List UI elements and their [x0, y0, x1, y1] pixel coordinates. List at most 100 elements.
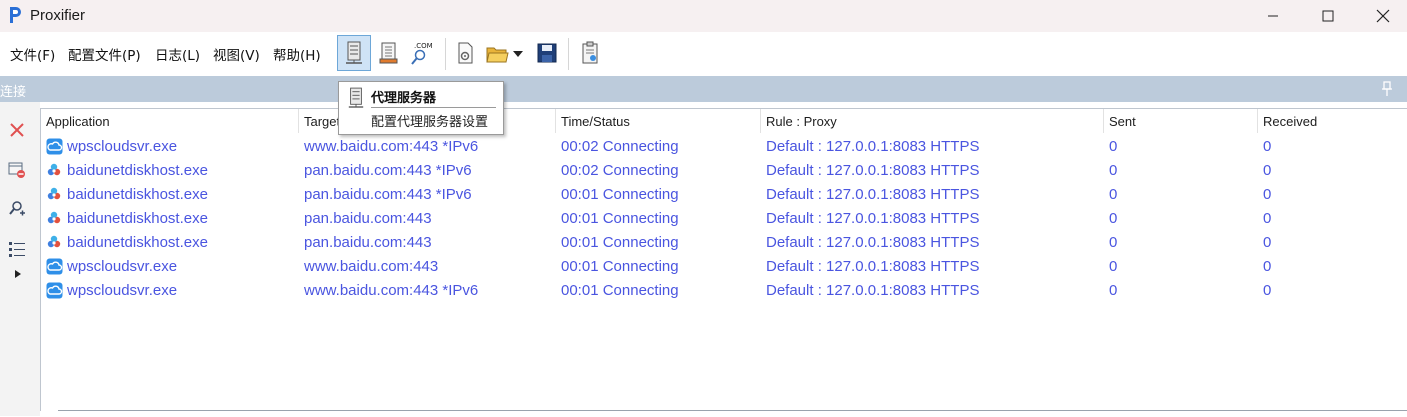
name-resolution-button[interactable]: .COM	[404, 35, 438, 71]
cell-application: wpscloudsvr.exe	[67, 282, 178, 299]
tooltip-divider	[371, 107, 496, 108]
cell-application: baidunetdiskhost.exe	[67, 234, 208, 251]
table-row[interactable]: baidunetdiskhost.exe pan.baidu.com:443 *I…	[41, 159, 1407, 183]
save-profile-button[interactable]	[530, 35, 564, 71]
minimize-icon	[1268, 15, 1278, 17]
proxification-rules-button[interactable]	[372, 35, 406, 71]
cell-application: baidunetdiskhost.exe	[67, 162, 208, 179]
baidu-netdisk-icon	[47, 187, 61, 200]
menu-log[interactable]: 日志(L)	[155, 44, 200, 64]
cell-application: wpscloudsvr.exe	[67, 258, 178, 275]
cell-sent: 0	[1109, 282, 1118, 299]
add-rule-button[interactable]	[7, 199, 27, 219]
cell-sent: 0	[1109, 234, 1118, 251]
cell-sent: 0	[1109, 210, 1118, 227]
cell-time-status: 00:01 Connecting	[561, 234, 679, 251]
rules-icon	[379, 42, 398, 64]
profile-settings-icon	[458, 42, 473, 64]
profile-settings-button[interactable]	[448, 35, 482, 71]
left-toolbar	[0, 102, 40, 416]
table-row[interactable]: baidunetdiskhost.exe pan.baidu.com:443 00:…	[41, 207, 1407, 231]
column-header-time-status[interactable]: Time/Status	[556, 109, 761, 133]
proxifier-logo-icon	[10, 7, 21, 23]
window-title: Proxifier	[30, 7, 86, 24]
red-x-icon	[10, 123, 24, 137]
cell-time-status: 00:01 Connecting	[561, 186, 679, 203]
com-label: .COM	[414, 42, 433, 50]
minimize-button[interactable]	[1245, 0, 1301, 32]
tooltip: 代理服务器 配置代理服务器设置	[338, 81, 504, 135]
cell-target: www.baidu.com:443	[304, 258, 439, 275]
cell-received: 0	[1263, 186, 1272, 203]
proxy-servers-icon	[346, 41, 362, 64]
table-row[interactable]: wpscloudsvr.exe www.baidu.com:443 *IPv6 00…	[41, 135, 1407, 159]
column-header-label: Time/Status	[561, 114, 630, 129]
column-header-label: Target	[304, 114, 341, 129]
cell-rule-proxy: Default : 127.0.0.1:8083 HTTPS	[766, 138, 980, 155]
cell-application: wpscloudsvr.exe	[67, 138, 178, 155]
cell-received: 0	[1263, 234, 1272, 251]
list-icon	[9, 242, 25, 257]
column-header-application[interactable]: Application	[41, 109, 299, 133]
column-header-label: Received	[1263, 114, 1318, 129]
cell-time-status: 00:01 Connecting	[561, 258, 679, 275]
proxy-servers-button[interactable]	[337, 35, 371, 71]
wps-cloud-icon	[46, 282, 63, 299]
close-icon	[1376, 9, 1390, 23]
table-row[interactable]: wpscloudsvr.exe www.baidu.com:443 *IPv6 00…	[41, 279, 1407, 303]
columns-list-button[interactable]	[7, 239, 27, 259]
save-icon	[537, 43, 557, 63]
proxy-servers-icon	[348, 87, 364, 108]
search-add-icon	[9, 201, 25, 216]
cell-time-status: 00:01 Connecting	[561, 210, 679, 227]
baidu-netdisk-icon	[47, 163, 61, 176]
menu-view[interactable]: 视图(V)	[213, 44, 260, 64]
clipboard-icon	[582, 41, 598, 64]
column-header-label: Sent	[1109, 114, 1136, 129]
wps-cloud-icon	[46, 258, 63, 275]
menu-profile[interactable]: 配置文件(P)	[68, 44, 141, 64]
cell-received: 0	[1263, 138, 1272, 155]
toolbar-separator	[568, 38, 569, 70]
cell-sent: 0	[1109, 186, 1118, 203]
cell-sent: 0	[1109, 258, 1118, 275]
cell-received: 0	[1263, 210, 1272, 227]
table-row[interactable]: wpscloudsvr.exe www.baidu.com:443 00:01 Co…	[41, 255, 1407, 279]
cell-time-status: 00:02 Connecting	[561, 162, 679, 179]
expand-button[interactable]	[7, 264, 27, 284]
table-row[interactable]: baidunetdiskhost.exe pan.baidu.com:443 *I…	[41, 183, 1407, 207]
cell-rule-proxy: Default : 127.0.0.1:8083 HTTPS	[766, 282, 980, 299]
open-folder-icon	[486, 47, 523, 63]
baidu-netdisk-icon	[47, 235, 61, 248]
cell-rule-proxy: Default : 127.0.0.1:8083 HTTPS	[766, 234, 980, 251]
close-connection-button[interactable]	[7, 120, 27, 140]
cell-target: pan.baidu.com:443	[304, 234, 432, 251]
table-row[interactable]: baidunetdiskhost.exe pan.baidu.com:443 00:…	[41, 231, 1407, 255]
block-app-button[interactable]	[7, 160, 27, 180]
cell-sent: 0	[1109, 162, 1118, 179]
column-header-received[interactable]: Received	[1258, 109, 1407, 133]
connections-panel-header: 连接	[0, 76, 1407, 102]
tooltip-title: 代理服务器	[371, 91, 437, 106]
cell-application: baidunetdiskhost.exe	[67, 186, 208, 203]
cell-target: pan.baidu.com:443 *IPv6	[304, 162, 472, 179]
menu-help[interactable]: 帮助(H)	[273, 44, 321, 64]
clipboard-button[interactable]	[573, 35, 607, 71]
cell-rule-proxy: Default : 127.0.0.1:8083 HTTPS	[766, 186, 980, 203]
column-header-label: Application	[46, 114, 110, 129]
cell-rule-proxy: Default : 127.0.0.1:8083 HTTPS	[766, 258, 980, 275]
triangle-right-icon	[15, 270, 21, 278]
panel-title: 连接	[0, 85, 27, 100]
column-header-sent[interactable]: Sent	[1104, 109, 1258, 133]
column-header-rule-proxy[interactable]: Rule : Proxy	[761, 109, 1104, 133]
pin-icon[interactable]	[1380, 81, 1394, 97]
menu-toolbar-row: 文件(F) 配置文件(P) 日志(L) 视图(V) 帮助(H) .COM	[0, 32, 1407, 76]
tooltip-description: 配置代理服务器设置	[371, 115, 489, 130]
cell-time-status: 00:02 Connecting	[561, 138, 679, 155]
cell-target: pan.baidu.com:443	[304, 210, 432, 227]
open-profile-button[interactable]	[483, 35, 525, 71]
close-button[interactable]	[1355, 0, 1407, 32]
menu-file[interactable]: 文件(F)	[10, 44, 55, 64]
maximize-button[interactable]	[1300, 0, 1356, 32]
cell-time-status: 00:01 Connecting	[561, 282, 679, 299]
